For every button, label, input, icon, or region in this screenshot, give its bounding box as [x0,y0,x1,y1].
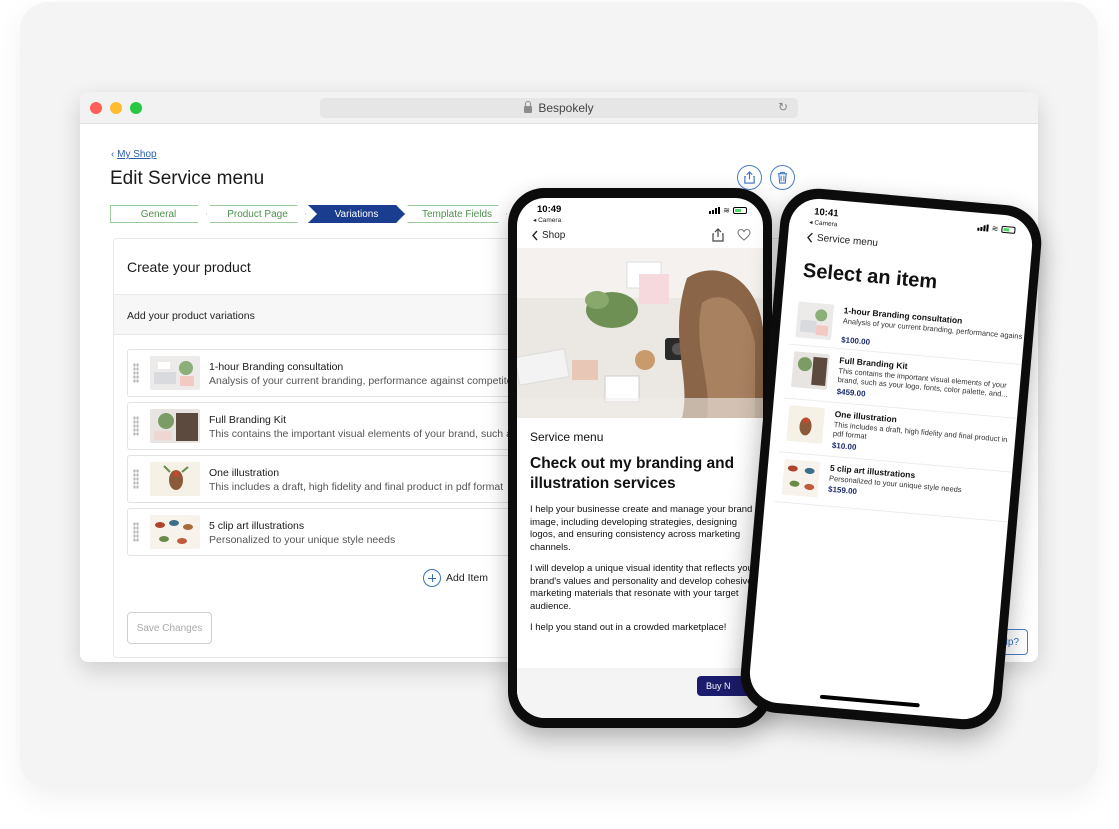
phone-screen: 10:41 ◂ Camera ≋ Service menu Select an … [747,196,1035,722]
battery-icon [733,207,747,214]
tab-template-fields[interactable]: Template Fields [407,205,507,223]
screen-title: Select an item [802,259,939,294]
step-tabs: General Product Page Variations Template… [110,205,509,223]
back-label: Shop [542,230,566,241]
battery-icon [1001,225,1016,234]
browser-titlebar: Bespokely ↻ [80,92,1038,124]
signal-icon [977,224,990,232]
phone-screen: 10:49 ◂ Camera ≋ Shop Service menu Check… [517,198,763,718]
heart-icon[interactable] [737,228,751,242]
address-bar[interactable]: Bespokely ↻ [320,98,798,118]
item-thumbnail [150,515,200,549]
status-icons: ≋ [977,223,1016,235]
tab-general[interactable]: General [110,205,207,223]
delete-button[interactable] [770,165,795,190]
phone-select-item: 10:41 ◂ Camera ≋ Service menu Select an … [737,185,1045,733]
item-name: 5 clip art illustrations [209,520,305,532]
plus-circle-icon [423,569,441,587]
item-thumbnail [781,458,821,498]
drag-handle-icon[interactable] [133,522,139,542]
add-item-label: Add Item [446,572,489,584]
wifi-icon: ≋ [723,206,730,215]
maximize-window-button[interactable] [130,102,142,114]
chevron-left-icon [807,232,813,243]
item-description: Personalized to your unique style needs [209,534,396,546]
nav-actions [711,228,751,242]
phone-shop-detail: 10:49 ◂ Camera ≋ Shop Service menu Check… [508,188,772,728]
description-paragraph: I help you stand out in a crowded market… [530,622,727,633]
item-name: One illustration [209,467,280,479]
description-paragraph: I will develop a unique visual identity … [530,563,757,612]
item-price: $10.00 [831,440,857,452]
lock-icon [524,100,533,113]
wifi-icon: ≋ [991,223,999,234]
item-description: This contains the important visual eleme… [209,428,518,440]
section-label: Service menu [530,430,604,444]
home-indicator[interactable] [819,694,920,708]
item-name: Full Branding Kit [209,414,287,426]
product-heading: Check out my branding and illustration s… [530,455,735,492]
hero-image [517,248,763,418]
item-thumbnail [786,404,826,444]
panel-title: Create your product [127,259,251,275]
add-item-button[interactable]: Add Item [423,569,488,587]
item-name: 1-hour Branding consultation [209,361,344,373]
back-button[interactable]: Shop [531,230,565,241]
back-label: Service menu [816,232,879,250]
bottom-bar: Buy N [517,668,763,718]
item-price: $100.00 [840,335,871,347]
signal-icon [709,207,721,214]
page-title: Edit Service menu [110,168,265,189]
chevron-left-icon [532,230,538,241]
status-time: 10:41 [813,206,839,220]
item-thumbnail [795,301,835,341]
drag-handle-icon[interactable] [133,416,139,436]
description-paragraph: I help your businesse create and manage … [530,504,753,553]
item-price: $459.00 [836,387,866,399]
item-description: Analysis of your current branding, perfo… [209,375,513,387]
trash-icon [777,171,788,184]
item-description: This includes a draft, high fidelity and… [209,481,504,493]
status-icons: ≋ [709,206,747,215]
item-thumbnail [150,462,200,496]
camera-back-link[interactable]: ◂ Camera [533,216,561,224]
item-price: $159.00 [827,484,858,497]
status-time: 10:49 [537,204,562,215]
drag-handle-icon[interactable] [133,469,139,489]
breadcrumb-my-shop-link[interactable]: My Shop [117,149,156,160]
close-window-button[interactable] [90,102,102,114]
item-thumbnail [790,351,830,391]
item-thumbnail [150,409,200,443]
share-icon [744,171,755,184]
share-icon[interactable] [711,228,725,242]
item-thumbnail [150,356,200,390]
reload-icon[interactable]: ↻ [778,100,788,114]
minimize-window-button[interactable] [110,102,122,114]
back-button[interactable]: Service menu [806,232,879,250]
address-bar-title: Bespokely [538,101,594,115]
tab-variations[interactable]: Variations [308,205,405,223]
camera-back-link[interactable]: ◂ Camera [809,218,838,228]
share-button[interactable] [737,165,762,190]
save-changes-button[interactable]: Save Changes [127,612,212,644]
tab-product-page[interactable]: Product Page [209,205,306,223]
item-description: This includes a draft, high fidelity and… [832,419,1008,445]
drag-handle-icon[interactable] [133,363,139,383]
breadcrumb: ‹ My Shop [111,149,157,160]
